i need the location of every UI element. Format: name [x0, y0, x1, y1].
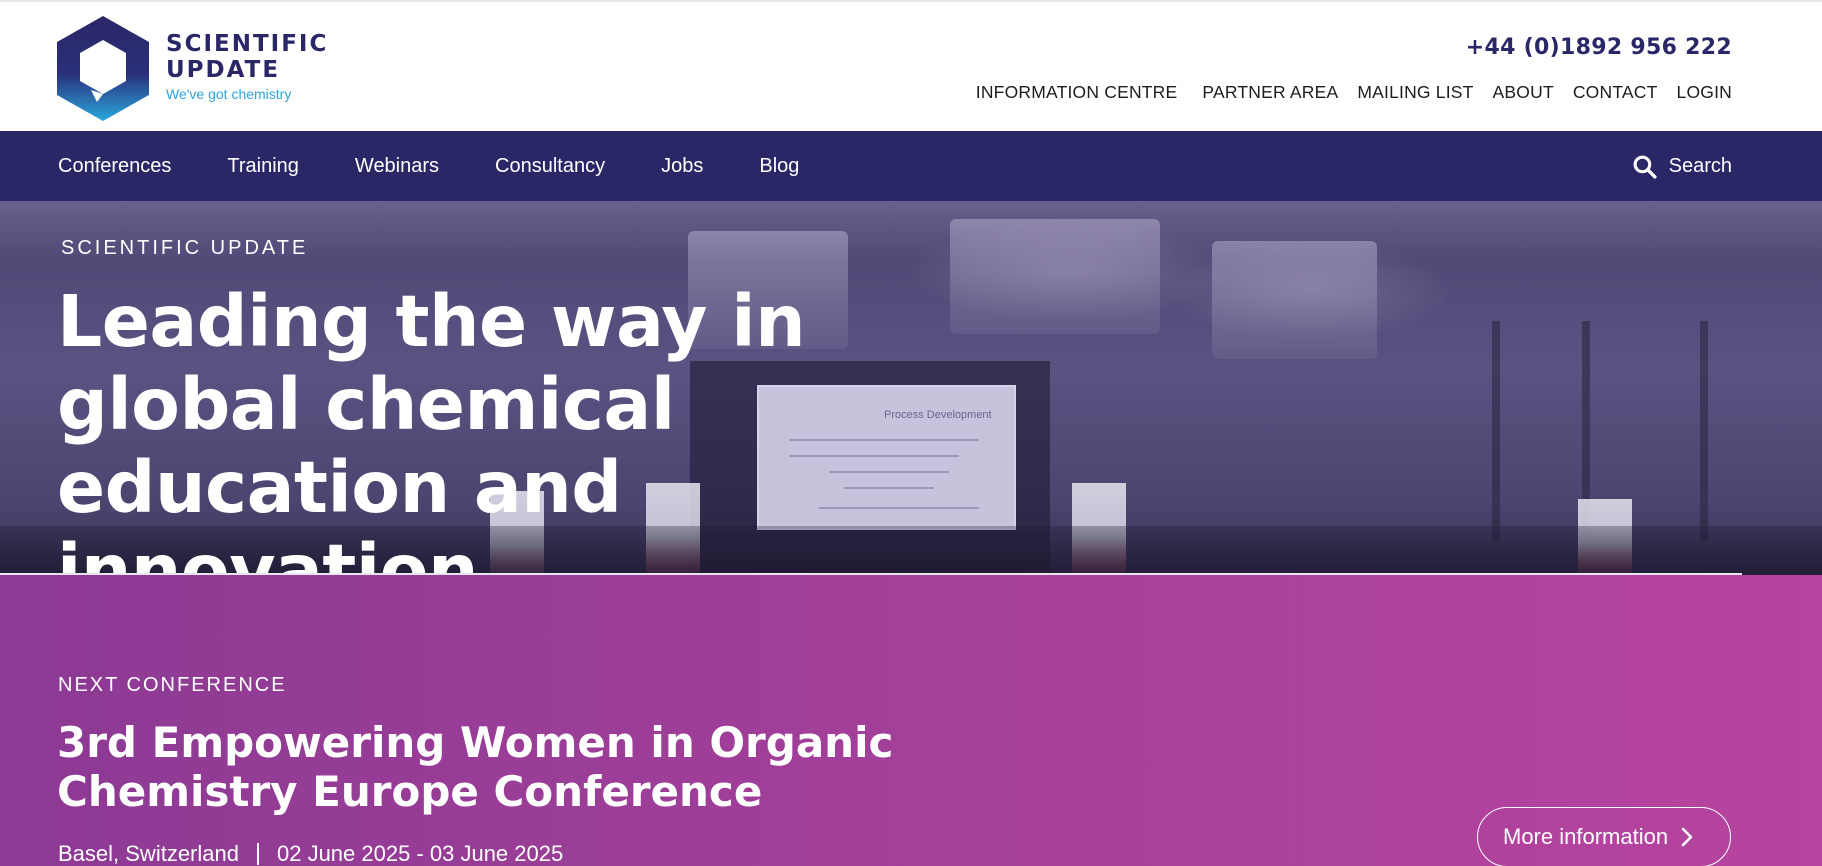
- search-label: Search: [1668, 154, 1732, 177]
- hero-title: Leading the way in global chemical educa…: [57, 280, 806, 575]
- logo-name-line1: SCIENTIFIC: [166, 31, 329, 57]
- next-conference-meta: Basel, Switzerland 02 June 2025 - 03 Jun…: [58, 841, 563, 866]
- main-nav: Conferences Training Webinars Consultanc…: [0, 131, 1822, 201]
- next-conference-section: NEXT CONFERENCE 3rd Empowering Women in …: [0, 575, 1822, 866]
- nav-blog[interactable]: Blog: [759, 155, 799, 178]
- hero-banner: Process Development SCIENTIFIC UPDATE Le…: [0, 201, 1822, 575]
- nav-training[interactable]: Training: [227, 155, 299, 178]
- next-conference-eyebrow: NEXT CONFERENCE: [58, 674, 287, 696]
- logo-hexagon-icon: [57, 16, 149, 121]
- top-header: SCIENTIFIC UPDATE We've got chemistry +4…: [0, 0, 1822, 131]
- util-link-login[interactable]: LOGIN: [1677, 82, 1732, 103]
- logo[interactable]: SCIENTIFIC UPDATE We've got chemistry: [57, 16, 328, 121]
- logo-tagline: We've got chemistry: [166, 86, 292, 102]
- util-link-about[interactable]: ABOUT: [1493, 82, 1554, 103]
- search-icon: [1633, 155, 1657, 179]
- utility-nav: INFORMATION CENTRE PARTNER AREA MAILING …: [976, 82, 1732, 103]
- hero-photo-pillar: [1700, 321, 1708, 541]
- chevron-right-icon: [1681, 827, 1693, 847]
- more-information-button[interactable]: More information: [1477, 807, 1731, 866]
- util-link-contact[interactable]: CONTACT: [1573, 82, 1658, 103]
- util-link-partner-area[interactable]: PARTNER AREA: [1202, 82, 1338, 103]
- search-button[interactable]: Search: [1632, 131, 1732, 201]
- logo-text: SCIENTIFIC UPDATE We've got chemistry: [166, 31, 328, 102]
- more-information-label: More information: [1503, 824, 1669, 849]
- conference-location: Basel, Switzerland: [58, 841, 239, 866]
- phone-number[interactable]: +44 (0)1892 956 222: [1466, 35, 1732, 60]
- main-nav-links: Conferences Training Webinars Consultanc…: [58, 131, 855, 201]
- nav-jobs[interactable]: Jobs: [661, 155, 703, 178]
- meta-separator: [256, 843, 259, 865]
- nav-conferences[interactable]: Conferences: [58, 155, 171, 178]
- hero-photo-pillar: [1492, 321, 1500, 541]
- conference-dates: 02 June 2025 - 03 June 2025: [276, 841, 564, 866]
- hero-photo-chandelier: [1212, 241, 1377, 359]
- logo-name-line2: UPDATE: [166, 57, 281, 83]
- util-link-mailing-list[interactable]: MAILING LIST: [1357, 82, 1473, 103]
- hero-eyebrow: SCIENTIFIC UPDATE: [61, 237, 309, 259]
- nav-consultancy[interactable]: Consultancy: [495, 155, 605, 178]
- util-link-information-centre[interactable]: INFORMATION CENTRE: [976, 82, 1178, 103]
- nav-webinars[interactable]: Webinars: [355, 155, 439, 178]
- next-conference-title[interactable]: 3rd Empowering Women in Organic Chemistr…: [57, 718, 1117, 816]
